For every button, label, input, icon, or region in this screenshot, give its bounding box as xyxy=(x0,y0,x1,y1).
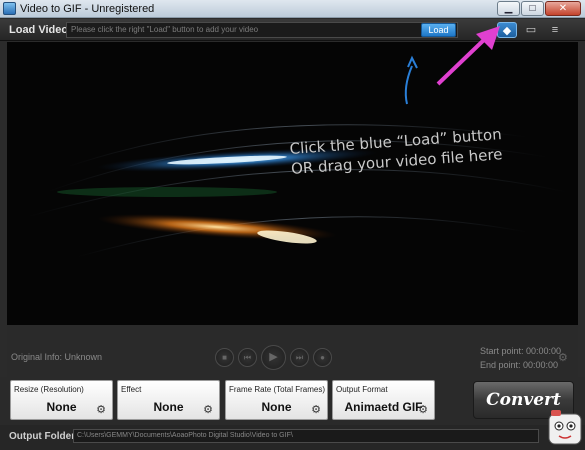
app-icon xyxy=(3,2,16,15)
play-button[interactable]: ▶ xyxy=(261,345,286,370)
output-format-title: Output Format xyxy=(336,385,388,394)
frame-rate-panel[interactable]: Frame Rate (Total Frames) None ⚙ xyxy=(225,380,328,420)
output-folder-field[interactable]: C:\Users\GEMMY\Documents\AoaoPhoto Digit… xyxy=(73,429,539,443)
window-title: Video to GIF - Unregistered xyxy=(20,3,155,15)
maximize-button[interactable]: □ xyxy=(521,1,544,16)
prev-button[interactable]: ⏮ xyxy=(238,348,257,367)
playback-bar: Original Info: Unknown ■ ⏮ ▶ ⏭ ● Start p… xyxy=(7,325,578,377)
frame-rate-title: Frame Rate (Total Frames) xyxy=(229,385,326,394)
window-controls: ▁ □ ✕ xyxy=(497,1,581,16)
list-icon[interactable]: ≡ xyxy=(545,22,565,38)
resize-title: Resize (Resolution) xyxy=(14,385,84,394)
resize-panel[interactable]: Resize (Resolution) None ⚙ xyxy=(10,380,113,420)
effect-gear-icon[interactable]: ⚙ xyxy=(203,403,213,416)
video-path-field[interactable]: Please click the right "Load" button to … xyxy=(66,22,458,38)
effect-panel[interactable]: Effect None ⚙ xyxy=(117,380,220,420)
title-bar: Video to GIF - Unregistered ▁ □ ✕ xyxy=(0,0,585,18)
start-point: Start point: 00:00:00 xyxy=(480,346,562,356)
close-button[interactable]: ✕ xyxy=(545,1,581,16)
original-info: Original Info: Unknown xyxy=(11,352,103,362)
trim-settings-gear-icon[interactable]: ⚙ xyxy=(558,351,568,364)
snapshot-button[interactable]: ● xyxy=(313,348,332,367)
frame-rate-gear-icon[interactable]: ⚙ xyxy=(311,403,321,416)
resize-gear-icon[interactable]: ⚙ xyxy=(96,403,106,416)
load-video-label: Load Video: xyxy=(9,24,72,36)
output-format-panel[interactable]: Output Format Animaetd GIF ⚙ xyxy=(332,380,435,420)
settings-panel-row: Resize (Resolution) None ⚙ Effect None ⚙… xyxy=(0,377,585,425)
output-folder-bar: Output Folder: C:\Users\GEMMY\Documents\… xyxy=(0,425,585,450)
end-point: End point: 00:00:00 xyxy=(480,360,559,370)
chat-icon[interactable]: ▭ xyxy=(521,22,541,38)
next-button[interactable]: ⏭ xyxy=(290,348,309,367)
output-format-gear-icon[interactable]: ⚙ xyxy=(418,403,428,416)
stop-button[interactable]: ■ xyxy=(215,348,234,367)
minimize-button[interactable]: ▁ xyxy=(497,1,520,16)
effect-title: Effect xyxy=(121,385,142,394)
playback-controls: ■ ⏮ ▶ ⏭ ● xyxy=(215,345,332,370)
output-folder-label: Output Folder: xyxy=(9,431,79,442)
trim-points: Start point: 00:00:00 End point: 00:00:0… xyxy=(480,344,561,372)
annotation-arrow xyxy=(436,26,500,86)
corner-watermark-logo xyxy=(548,410,582,445)
